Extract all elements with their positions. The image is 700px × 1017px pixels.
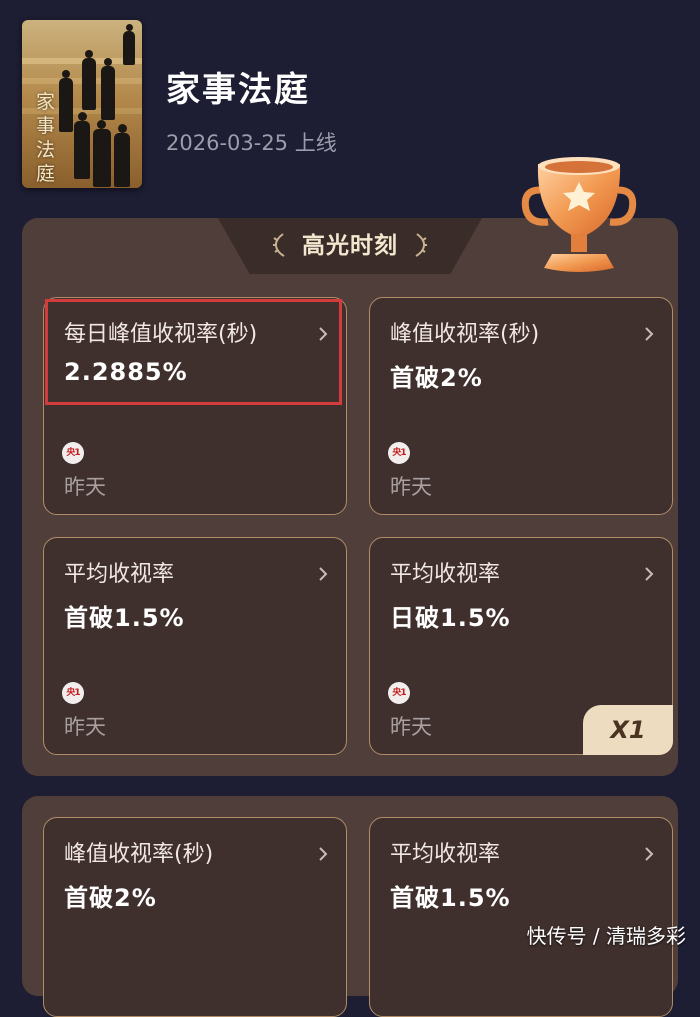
cctv1-logo-icon: 央1 [388, 682, 410, 704]
chevron-right-icon [645, 847, 654, 861]
highlight-card-average[interactable]: 平均收视率 首破1.5% 央1 昨天 [43, 537, 347, 755]
card-value: 日破1.5% [390, 604, 511, 632]
cctv1-logo-icon: 央1 [62, 682, 84, 704]
drama-poster[interactable]: 家事法庭 [22, 20, 142, 188]
chevron-right-icon [319, 847, 328, 861]
card-value: 首破1.5% [390, 884, 511, 912]
card-label: 峰值收视率(秒) [64, 842, 214, 867]
card-date: 昨天 [390, 715, 432, 739]
section-title: 高光时刻 [302, 233, 398, 259]
count-badge: X1 [583, 705, 673, 755]
cctv1-logo-icon: 央1 [388, 442, 410, 464]
poster-title: 家事法庭 [36, 91, 56, 185]
card-label: 峰值收视率(秒) [390, 322, 540, 347]
card-label: 平均收视率 [64, 562, 175, 587]
card-date: 昨天 [390, 475, 432, 499]
highlight-card-peak[interactable]: 峰值收视率(秒) 首破2% 央1 昨天 [369, 297, 673, 515]
card-date: 昨天 [64, 715, 106, 739]
trophy-icon [521, 157, 637, 272]
watermark: 快传号 / 清瑞多彩 [526, 924, 686, 948]
card-value: 首破2% [390, 364, 483, 392]
highlight-card-average-2[interactable]: 平均收视率 首破1.5% [369, 817, 673, 1017]
chevron-right-icon [319, 567, 328, 581]
highlight-card-average-daily[interactable]: 平均收视率 日破1.5% 央1 昨天 X1 [369, 537, 673, 755]
card-label: 平均收视率 [390, 842, 501, 867]
card-value: 首破1.5% [64, 604, 185, 632]
highlight-annotation-box [45, 299, 342, 405]
highlight-card-peak-2[interactable]: 峰值收视率(秒) 首破2% [43, 817, 347, 1017]
card-value: 首破2% [64, 884, 157, 912]
show-title: 家事法庭 [166, 70, 310, 110]
card-date: 昨天 [64, 475, 106, 499]
chevron-right-icon [645, 327, 654, 341]
cctv1-logo-icon: 央1 [62, 442, 84, 464]
card-label: 平均收视率 [390, 562, 501, 587]
release-date: 2026-03-25 上线 [166, 131, 337, 155]
chevron-right-icon [645, 567, 654, 581]
laurel-right-icon [415, 233, 427, 257]
